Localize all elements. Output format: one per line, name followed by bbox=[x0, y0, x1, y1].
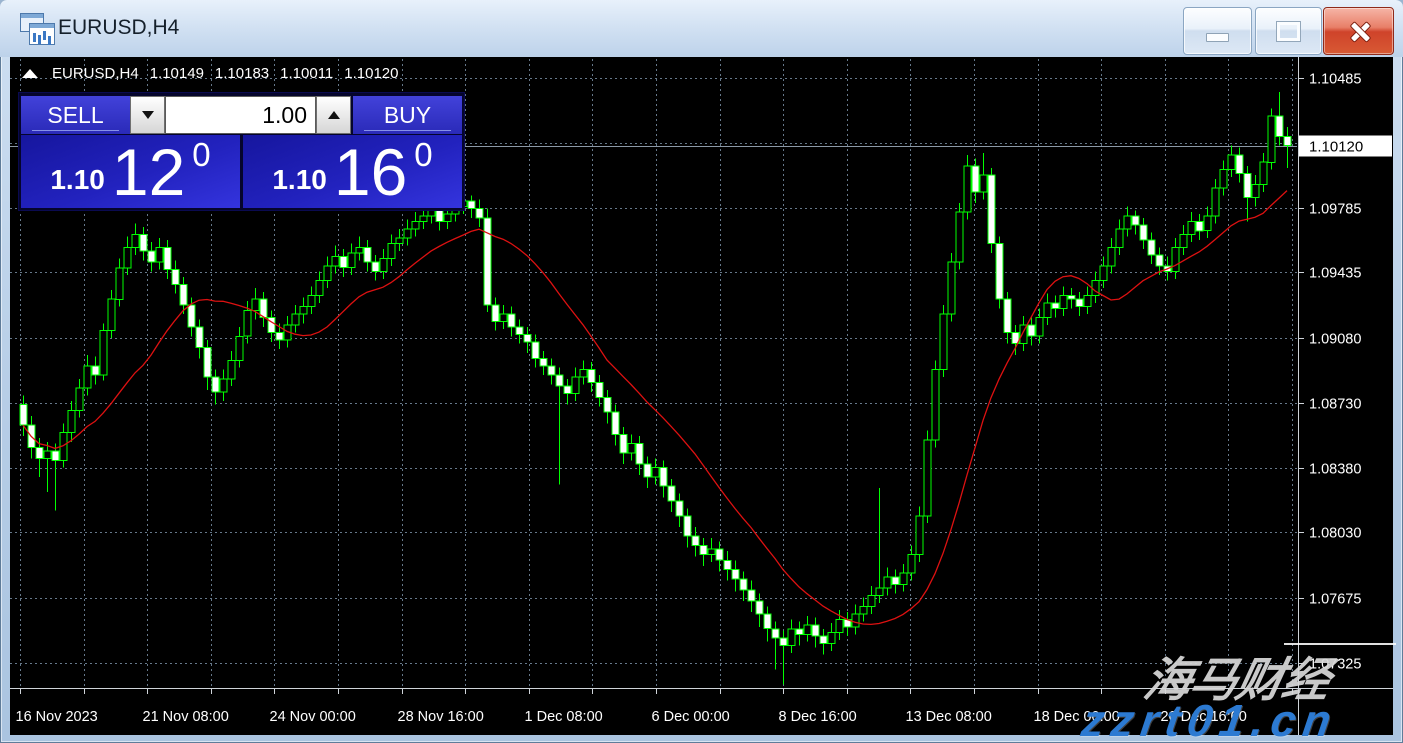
volume-decrease-button[interactable] bbox=[130, 96, 165, 134]
ohlc-symbol: EURUSD,H4 bbox=[52, 65, 139, 82]
maximize-icon bbox=[1277, 22, 1300, 41]
ohlc-info-bar: EURUSD,H4 1.10149 1.10183 1.10011 1.1012… bbox=[22, 65, 399, 82]
volume-increase-button[interactable] bbox=[316, 96, 351, 134]
svg-text:1 Dec 08:00: 1 Dec 08:00 bbox=[525, 709, 603, 725]
title-bar: EURUSD,H4 bbox=[0, 0, 1403, 57]
current-price-tag: 1.10120 bbox=[1299, 136, 1392, 157]
svg-text:1.09435: 1.09435 bbox=[1309, 266, 1361, 282]
chart-area: 1.10485 1.09785 1.09435 1.09080 1.08730 1.083… bbox=[10, 57, 1393, 735]
svg-text:1.07675: 1.07675 bbox=[1309, 592, 1361, 608]
maximize-button[interactable] bbox=[1255, 7, 1322, 55]
ohlc-open: 1.10149 bbox=[150, 65, 204, 82]
trade-panel-price-row: 1.10 12 0 1.10 16 0 bbox=[21, 135, 462, 208]
svg-text:8 Dec 16:00: 8 Dec 16:00 bbox=[779, 709, 857, 725]
svg-text:1.08730: 1.08730 bbox=[1309, 397, 1361, 413]
ohlc-close: 1.10120 bbox=[344, 65, 398, 82]
svg-text:1.09785: 1.09785 bbox=[1309, 202, 1361, 218]
buy-price-pips: 16 bbox=[334, 145, 407, 199]
panel-collapse-icon[interactable] bbox=[22, 69, 38, 78]
volume-input[interactable] bbox=[165, 96, 316, 134]
svg-text:16 Nov 2023: 16 Nov 2023 bbox=[16, 709, 98, 725]
sell-button[interactable]: SELL bbox=[21, 96, 130, 134]
sell-price-base: 1.10 bbox=[50, 166, 105, 194]
svg-text:6 Dec 00:00: 6 Dec 00:00 bbox=[652, 709, 730, 725]
sell-price-box[interactable]: 1.10 12 0 bbox=[21, 135, 240, 208]
svg-text:1.09080: 1.09080 bbox=[1309, 332, 1361, 348]
watermark-site: zzrt01.cn bbox=[1078, 695, 1341, 743]
one-click-trading-panel: SELL BUY 1.10 12 0 1.10 1 bbox=[18, 92, 465, 211]
close-button[interactable] bbox=[1323, 7, 1394, 55]
svg-text:13 Dec 08:00: 13 Dec 08:00 bbox=[906, 709, 992, 725]
moving-average-line bbox=[23, 191, 1287, 625]
svg-text:24 Nov 00:00: 24 Nov 00:00 bbox=[270, 709, 356, 725]
arrow-up-icon bbox=[328, 111, 340, 119]
svg-text:21 Nov 08:00: 21 Nov 08:00 bbox=[143, 709, 229, 725]
svg-text:28 Nov 16:00: 28 Nov 16:00 bbox=[398, 709, 484, 725]
chart-window-icon bbox=[20, 12, 54, 46]
sell-price-point: 0 bbox=[192, 138, 210, 171]
minimize-icon bbox=[1206, 33, 1229, 42]
ohlc-low: 1.10011 bbox=[280, 65, 333, 82]
svg-text:1.08030: 1.08030 bbox=[1309, 526, 1361, 542]
svg-text:1.10120: 1.10120 bbox=[1309, 139, 1363, 156]
arrow-down-icon bbox=[142, 111, 154, 119]
window-title: EURUSD,H4 bbox=[58, 0, 179, 57]
svg-text:1.10485: 1.10485 bbox=[1309, 72, 1361, 88]
buy-price-base: 1.10 bbox=[272, 166, 327, 194]
trade-panel-top-row: SELL BUY bbox=[21, 96, 462, 134]
close-icon bbox=[1347, 19, 1371, 43]
app-window: EURUSD,H4 1.104851.097851.094351.090801.… bbox=[0, 0, 1403, 743]
minimize-button[interactable] bbox=[1183, 7, 1252, 55]
buy-price-point: 0 bbox=[414, 138, 432, 171]
sell-price-pips: 12 bbox=[112, 145, 185, 199]
price-axis[interactable]: 1.10485 1.09785 1.09435 1.09080 1.08730 1.083… bbox=[1298, 72, 1361, 673]
ohlc-high: 1.10183 bbox=[215, 65, 269, 82]
buy-price-box[interactable]: 1.10 16 0 bbox=[243, 135, 462, 208]
svg-text:1.08380: 1.08380 bbox=[1309, 462, 1361, 478]
buy-button[interactable]: BUY bbox=[353, 96, 462, 134]
